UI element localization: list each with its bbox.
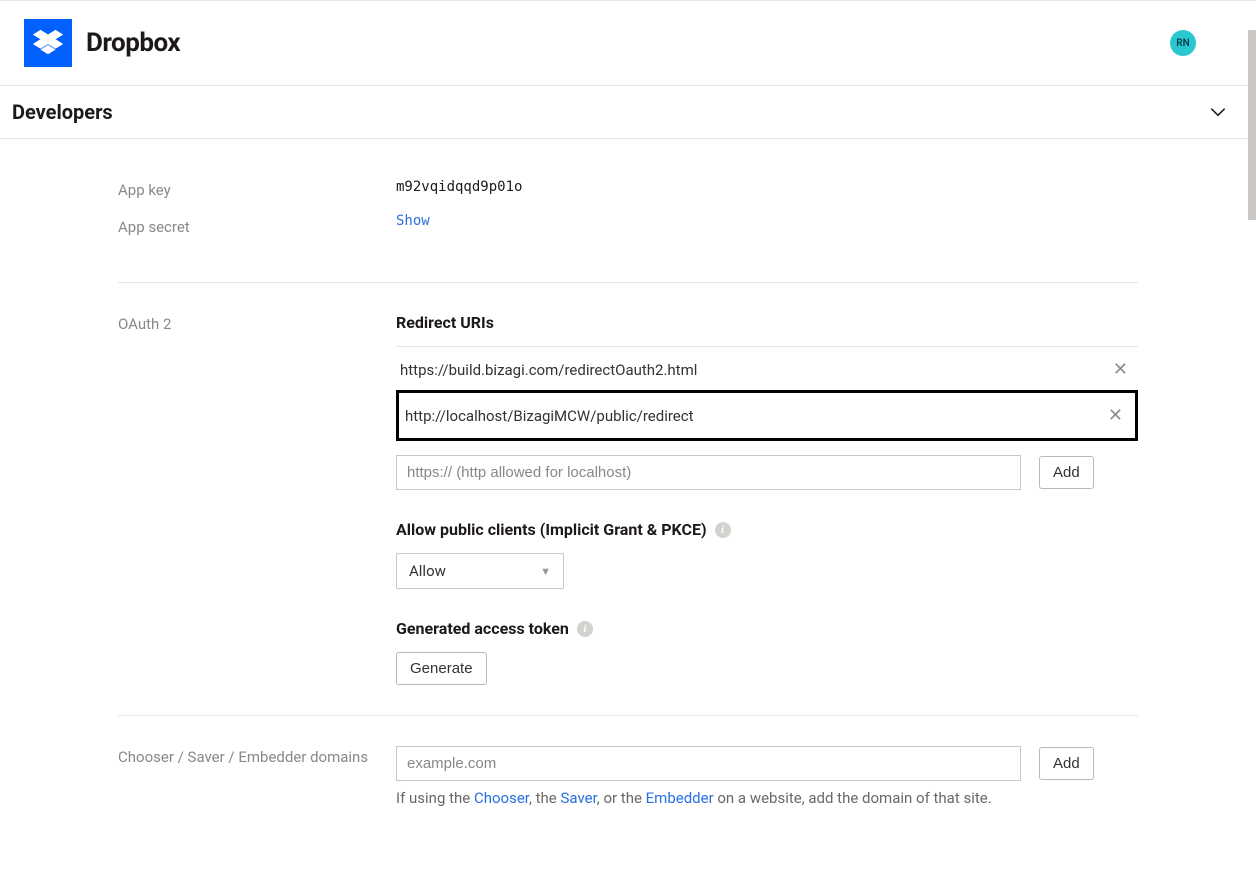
redirect-uri-row: http://localhost/BizagiMCW/public/redire… xyxy=(396,390,1138,441)
appkey-label: App key xyxy=(118,179,396,202)
redirect-uri-row: https://build.bizagi.com/redirectOauth2.… xyxy=(396,347,1138,392)
show-secret-link[interactable]: Show xyxy=(396,213,430,229)
credentials-section: App key App secret m92vqidqqd9p01o Show xyxy=(118,179,1138,283)
redirect-uri-list: https://build.bizagi.com/redirectOauth2.… xyxy=(396,346,1138,441)
avatar[interactable]: RN xyxy=(1170,30,1196,56)
appkey-value: m92vqidqqd9p01o xyxy=(396,179,522,195)
sub-header: Developers xyxy=(0,86,1256,139)
generated-token-title: Generated access token i xyxy=(396,619,1138,638)
info-icon[interactable]: i xyxy=(715,522,731,538)
scrollbar-thumb[interactable] xyxy=(1248,30,1256,220)
chevron-down-icon[interactable] xyxy=(1208,102,1228,122)
chooser-link[interactable]: Chooser xyxy=(474,789,529,807)
appsecret-label: App secret xyxy=(118,216,396,239)
dropbox-logo-icon xyxy=(24,19,72,67)
generate-token-button[interactable]: Generate xyxy=(396,652,487,685)
remove-uri-icon[interactable]: ✕ xyxy=(1107,359,1134,380)
top-bar: Dropbox RN xyxy=(0,0,1256,86)
public-clients-title: Allow public clients (Implicit Grant & P… xyxy=(396,520,1138,539)
oauth-section: OAuth 2 Redirect URIs https://build.biza… xyxy=(118,313,1138,685)
add-uri-button[interactable]: Add xyxy=(1039,456,1094,489)
content: App key App secret m92vqidqqd9p01o Show … xyxy=(118,139,1138,807)
domains-label: Chooser / Saver / Embedder domains xyxy=(118,746,396,769)
scrollbar[interactable] xyxy=(1248,0,1256,896)
domains-hint: If using the Chooser, the Saver, or the … xyxy=(396,789,1138,807)
redirect-uri-text: https://build.bizagi.com/redirectOauth2.… xyxy=(400,361,697,379)
saver-link[interactable]: Saver xyxy=(561,789,597,807)
page-title: Developers xyxy=(12,100,113,124)
caret-down-icon: ▼ xyxy=(540,565,551,578)
add-domain-row: Add xyxy=(396,746,1138,781)
public-clients-select[interactable]: Allow ▼ xyxy=(396,553,564,589)
brand-name: Dropbox xyxy=(86,28,180,58)
remove-uri-icon[interactable]: ✕ xyxy=(1102,405,1129,426)
info-icon[interactable]: i xyxy=(577,621,593,637)
redirect-uri-input[interactable] xyxy=(396,455,1021,490)
oauth-label: OAuth 2 xyxy=(118,313,396,336)
redirect-uri-text: http://localhost/BizagiMCW/public/redire… xyxy=(405,407,694,425)
domains-section: Chooser / Saver / Embedder domains Add I… xyxy=(118,715,1138,807)
add-uri-row: Add xyxy=(396,455,1138,490)
public-clients-value: Allow xyxy=(409,562,446,580)
add-domain-button[interactable]: Add xyxy=(1039,747,1094,780)
embedder-link[interactable]: Embedder xyxy=(646,789,714,807)
redirect-uris-title: Redirect URIs xyxy=(396,313,1138,332)
domain-input[interactable] xyxy=(396,746,1021,781)
brand[interactable]: Dropbox xyxy=(24,19,180,67)
